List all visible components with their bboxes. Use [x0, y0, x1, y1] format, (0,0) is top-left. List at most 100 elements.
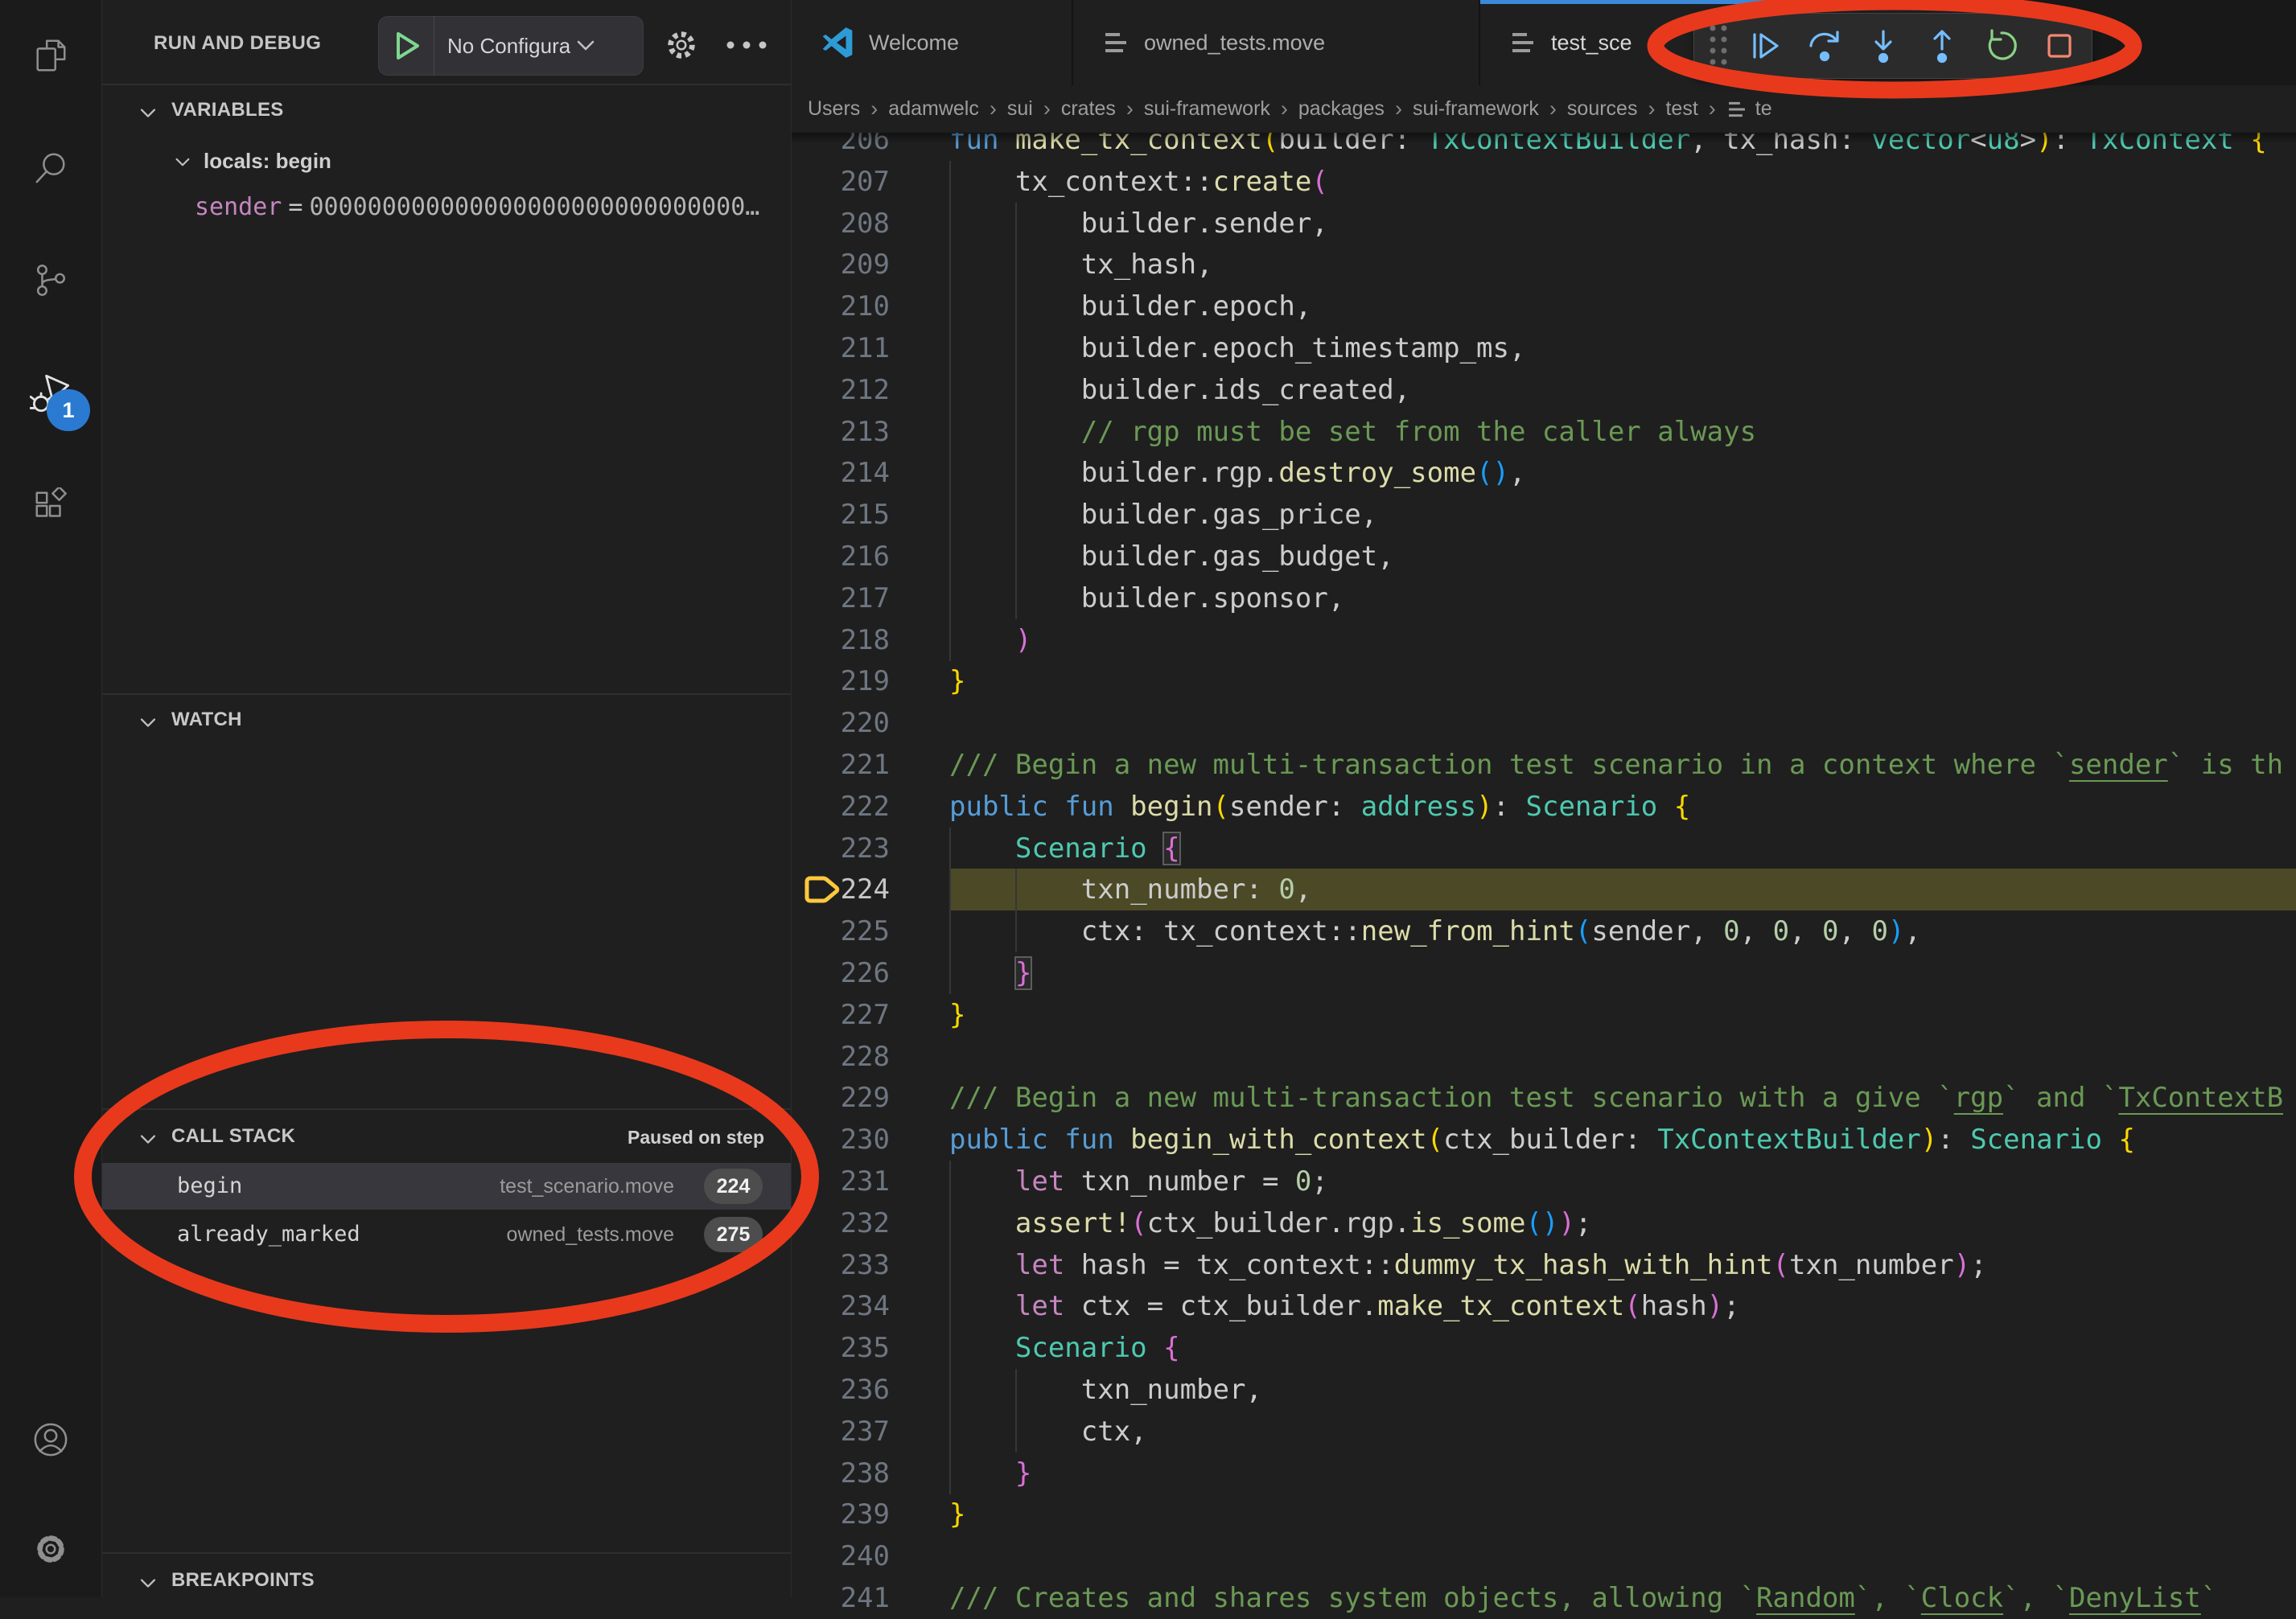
code-area[interactable]: 206fun make_tx_context(builder: TxContex…	[792, 0, 2296, 1597]
step-into-button[interactable]	[1854, 13, 1912, 79]
settings-gear-icon[interactable]	[32, 1531, 69, 1568]
line-number[interactable]: 226	[792, 952, 890, 994]
line-number[interactable]: 223	[792, 828, 890, 869]
code-line-214[interactable]: 214 builder.rgp.destroy_some(),	[792, 452, 2296, 494]
account-icon[interactable]	[32, 1421, 69, 1458]
code-line-235[interactable]: 235 Scenario {	[792, 1327, 2296, 1369]
line-number[interactable]: 216	[792, 536, 890, 577]
line-number[interactable]: 214	[792, 452, 890, 494]
line-number[interactable]: 241	[792, 1577, 890, 1619]
breadcrumb-item[interactable]: sui-framework	[1413, 97, 1539, 121]
code-line-225[interactable]: 225 ctx: tx_context::new_from_hint(sende…	[792, 910, 2296, 952]
code-line-227[interactable]: 227}	[792, 994, 2296, 1036]
line-number[interactable]: 237	[792, 1411, 890, 1453]
code-line-216[interactable]: 216 builder.gas_budget,	[792, 536, 2296, 577]
code-line-212[interactable]: 212 builder.ids_created,	[792, 369, 2296, 411]
line-number[interactable]: 231	[792, 1161, 890, 1202]
more-actions-icon[interactable]	[726, 40, 767, 50]
line-number[interactable]: 234	[792, 1285, 890, 1327]
tab-owned-tests[interactable]: owned_tests.move	[1073, 0, 1480, 85]
line-number[interactable]: 212	[792, 369, 890, 411]
code-line-224[interactable]: 224 txn_number: 0,	[792, 869, 2296, 910]
code-line-211[interactable]: 211 builder.epoch_timestamp_ms,	[792, 327, 2296, 369]
code-line-217[interactable]: 217 builder.sponsor,	[792, 577, 2296, 619]
line-number[interactable]: 218	[792, 619, 890, 661]
code-line-228[interactable]: 228	[792, 1036, 2296, 1078]
code-line-237[interactable]: 237 ctx,	[792, 1411, 2296, 1453]
code-line-210[interactable]: 210 builder.epoch,	[792, 286, 2296, 327]
extensions-icon[interactable]	[32, 487, 69, 524]
line-number[interactable]: 222	[792, 786, 890, 828]
breadcrumb-item[interactable]: adamwelc	[888, 97, 979, 121]
line-number[interactable]: 220	[792, 702, 890, 744]
code-line-232[interactable]: 232 assert!(ctx_builder.rgp.is_some());	[792, 1202, 2296, 1244]
source-control-icon[interactable]	[32, 261, 69, 298]
code-line-222[interactable]: 222public fun begin(sender: address): Sc…	[792, 786, 2296, 828]
line-number[interactable]: 208	[792, 203, 890, 244]
search-icon[interactable]	[32, 150, 69, 187]
line-number[interactable]: 215	[792, 494, 890, 536]
code-line-229[interactable]: 229/// Begin a new multi-transaction tes…	[792, 1077, 2296, 1119]
code-line-221[interactable]: 221/// Begin a new multi-transaction tes…	[792, 744, 2296, 786]
line-number[interactable]: 239	[792, 1494, 890, 1535]
line-number[interactable]: 232	[792, 1202, 890, 1244]
variables-scope-row[interactable]: locals: begin	[102, 143, 791, 182]
variables-section-header[interactable]: VARIABLES	[102, 92, 791, 130]
line-number[interactable]: 229	[792, 1077, 890, 1119]
code-line-238[interactable]: 238 }	[792, 1453, 2296, 1494]
code-line-236[interactable]: 236 txn_number,	[792, 1369, 2296, 1411]
line-number[interactable]: 228	[792, 1036, 890, 1078]
code-line-240[interactable]: 240	[792, 1535, 2296, 1577]
code-line-215[interactable]: 215 builder.gas_price,	[792, 494, 2296, 536]
breadcrumb-item[interactable]: sui	[1007, 97, 1033, 121]
line-number[interactable]: 219	[792, 660, 890, 702]
code-line-223[interactable]: 223 Scenario {	[792, 828, 2296, 869]
line-number[interactable]: 227	[792, 994, 890, 1036]
code-line-207[interactable]: 207 tx_context::create(	[792, 161, 2296, 203]
line-number[interactable]: 230	[792, 1119, 890, 1161]
line-number[interactable]: 240	[792, 1535, 890, 1577]
code-line-234[interactable]: 234 let ctx = ctx_builder.make_tx_contex…	[792, 1285, 2296, 1327]
code-line-220[interactable]: 220	[792, 702, 2296, 744]
breadcrumb-item-file[interactable]: te	[1755, 97, 1772, 121]
line-number[interactable]: 221	[792, 744, 890, 786]
variable-row[interactable]: sender=000000000000000000000000000000…	[195, 193, 774, 232]
breadcrumb-item[interactable]: sources	[1567, 97, 1638, 121]
step-out-button[interactable]	[1912, 13, 1971, 79]
line-number[interactable]: 235	[792, 1327, 890, 1369]
step-over-button[interactable]	[1795, 13, 1854, 79]
explorer-icon[interactable]	[32, 37, 69, 74]
line-number[interactable]: 225	[792, 910, 890, 952]
code-line-239[interactable]: 239}	[792, 1494, 2296, 1535]
drag-handle-icon[interactable]	[1706, 22, 1731, 70]
restart-button[interactable]	[1971, 13, 2030, 79]
code-line-218[interactable]: 218 )	[792, 619, 2296, 661]
code-line-226[interactable]: 226 }	[792, 952, 2296, 994]
tab-welcome[interactable]: Welcome	[792, 0, 1073, 85]
callstack-frame-already-marked[interactable]: already_marked owned_tests.move 275	[102, 1211, 791, 1258]
line-number[interactable]: 207	[792, 161, 890, 203]
stop-button[interactable]	[2030, 13, 2088, 79]
configuration-dropdown[interactable]: No Configura	[447, 34, 570, 59]
breadcrumb-item[interactable]: packages	[1298, 97, 1385, 121]
watch-section-header[interactable]: WATCH	[102, 701, 791, 740]
code-line-208[interactable]: 208 builder.sender,	[792, 203, 2296, 244]
line-number[interactable]: 224	[792, 869, 890, 910]
continue-button[interactable]	[1736, 13, 1795, 79]
line-number[interactable]: 209	[792, 244, 890, 286]
line-number[interactable]: 238	[792, 1453, 890, 1494]
breakpoints-section-header[interactable]: BREAKPOINTS	[102, 1562, 791, 1601]
line-number[interactable]: 236	[792, 1369, 890, 1411]
callstack-frame-begin[interactable]: begin test_scenario.move 224	[102, 1163, 791, 1210]
breadcrumb-item[interactable]: Users	[808, 97, 860, 121]
line-number[interactable]: 213	[792, 411, 890, 453]
code-line-213[interactable]: 213 // rgp must be set from the caller a…	[792, 411, 2296, 453]
code-line-233[interactable]: 233 let hash = tx_context::dummy_tx_hash…	[792, 1244, 2296, 1286]
line-number[interactable]: 233	[792, 1244, 890, 1286]
code-line-219[interactable]: 219}	[792, 660, 2296, 702]
call-stack-section-header[interactable]: CALL STACK Paused on step	[102, 1118, 791, 1157]
breadcrumb-item[interactable]: test	[1665, 97, 1697, 121]
line-number[interactable]: 210	[792, 286, 890, 327]
code-line-241[interactable]: 241/// Creates and shares system objects…	[792, 1577, 2296, 1619]
line-number[interactable]: 211	[792, 327, 890, 369]
